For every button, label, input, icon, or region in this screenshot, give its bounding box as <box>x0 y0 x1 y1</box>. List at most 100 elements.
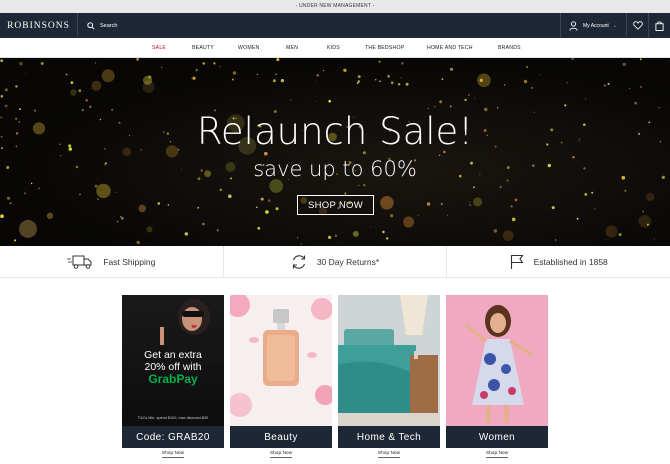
bokeh-sparkle <box>605 225 618 238</box>
bokeh-sparkle <box>585 98 587 100</box>
bokeh-sparkle <box>530 86 533 90</box>
bag-button[interactable] <box>648 13 670 38</box>
shop-now-text: Shop Now <box>269 451 293 458</box>
bokeh-sparkle <box>357 75 361 79</box>
nav-item-kids[interactable]: KIDS <box>327 45 340 51</box>
bokeh-sparkle <box>78 89 82 93</box>
bokeh-sparkle <box>120 215 122 218</box>
shop-now-link-grab20[interactable]: Shop Now <box>122 451 224 458</box>
bokeh-sparkle <box>551 206 555 210</box>
main-nav: SALE BEAUTY WOMEN MEN KIDS THE BEDSHOP H… <box>0 38 670 58</box>
bokeh-sparkle <box>622 62 626 66</box>
bokeh-sparkle <box>378 60 381 63</box>
bokeh-sparkle <box>232 71 237 75</box>
nav-item-men[interactable]: MEN <box>286 45 298 51</box>
bokeh-sparkle <box>605 239 607 240</box>
bokeh-sparkle <box>70 89 77 96</box>
bokeh-sparkle <box>0 59 4 62</box>
bokeh-sparkle <box>143 75 153 85</box>
bokeh-sparkle <box>493 229 498 233</box>
bokeh-sparkle <box>340 243 342 245</box>
my-account-button[interactable]: My Account ⌄ <box>559 13 626 38</box>
tile-beauty[interactable]: Beauty <box>230 295 332 448</box>
bokeh-sparkle <box>157 202 161 205</box>
bokeh-sparkle <box>607 82 610 85</box>
nav-item-the-bedshop[interactable]: THE BEDSHOP <box>365 45 404 51</box>
bokeh-sparkle <box>382 230 385 234</box>
tile-grabpay-promo[interactable]: Get an extra 20% off with GrabPay T&Cs M… <box>122 295 224 448</box>
bokeh-sparkle <box>202 62 205 65</box>
shop-now-link-women[interactable]: Shop Now <box>446 451 548 458</box>
bokeh-sparkle <box>473 186 475 189</box>
bokeh-sparkle <box>646 192 655 202</box>
bokeh-sparkle <box>94 184 98 188</box>
bokeh-sparkle <box>441 78 444 80</box>
nav-item-home-and-tech[interactable]: HOME AND TECH <box>427 45 473 51</box>
bedroom-illustration <box>338 295 440 426</box>
bokeh-sparkle <box>487 217 489 219</box>
bokeh-sparkle <box>449 105 452 108</box>
bokeh-sparkle <box>136 58 139 61</box>
shop-now-link-beauty[interactable]: Shop Now <box>230 451 332 458</box>
logo[interactable]: ROBINSONS <box>0 13 78 38</box>
bokeh-sparkle <box>464 98 467 102</box>
bokeh-sparkle <box>638 214 652 228</box>
bokeh-sparkle <box>213 62 216 65</box>
search-input[interactable]: Search <box>78 13 560 38</box>
bokeh-sparkle <box>426 202 431 206</box>
shop-now-link-home-and-tech[interactable]: Shop Now <box>338 451 440 458</box>
bokeh-sparkle <box>85 99 88 102</box>
category-tiles: Get an extra 20% off with GrabPay T&Cs M… <box>0 278 670 458</box>
bokeh-sparkle <box>14 239 17 242</box>
nav-item-brands[interactable]: BRANDS <box>498 45 521 51</box>
tile-women[interactable]: Women <box>446 295 548 448</box>
bokeh-sparkle <box>275 207 279 211</box>
bokeh-sparkle <box>15 85 18 88</box>
bokeh-sparkle <box>401 61 404 65</box>
truck-icon <box>67 255 92 269</box>
nav-item-sale[interactable]: SALE <box>152 45 166 51</box>
bokeh-sparkle <box>438 154 441 156</box>
nav-item-women[interactable]: WOMEN <box>238 45 259 51</box>
nav-item-beauty[interactable]: BEAUTY <box>192 45 214 51</box>
bokeh-sparkle <box>275 73 277 75</box>
hero-banner[interactable]: Relaunch Sale! save up to 60% SHOP NOW <box>0 58 670 246</box>
bokeh-sparkle <box>469 201 471 203</box>
bokeh-sparkle <box>94 62 97 64</box>
bokeh-sparkle <box>653 238 655 240</box>
bokeh-sparkle <box>479 78 483 82</box>
bokeh-sparkle <box>439 100 442 104</box>
bokeh-sparkle <box>24 192 27 195</box>
tile-label: Beauty <box>230 426 332 448</box>
bokeh-sparkle <box>40 62 44 65</box>
bokeh-sparkle <box>440 202 443 206</box>
bokeh-sparkle <box>116 220 119 223</box>
bokeh-sparkle <box>219 66 221 68</box>
home-and-tech-image <box>338 295 440 426</box>
hero-title: Relaunch Sale! <box>196 110 474 153</box>
bokeh-sparkle <box>554 239 557 241</box>
bokeh-sparkle <box>167 204 170 206</box>
hero-subtitle: save up to 60% <box>253 157 417 181</box>
bokeh-sparkle <box>634 101 637 105</box>
wishlist-button[interactable] <box>626 13 648 38</box>
bokeh-sparkle <box>571 58 575 60</box>
tile-home-and-tech[interactable]: Home & Tech <box>338 295 440 448</box>
bokeh-sparkle <box>296 237 299 239</box>
user-icon <box>569 20 578 31</box>
usp-label-established: Established in 1858 <box>533 256 608 267</box>
bokeh-sparkle <box>328 99 332 103</box>
bokeh-sparkle <box>256 73 258 75</box>
bokeh-sparkle <box>405 82 409 86</box>
bag-icon <box>655 20 664 31</box>
bokeh-sparkle <box>300 243 302 245</box>
bokeh-sparkle <box>323 69 325 72</box>
bokeh-sparkle <box>192 76 196 80</box>
bokeh-sparkle <box>9 202 12 205</box>
bokeh-sparkle <box>216 229 219 232</box>
shop-now-text: Shop Now <box>377 451 401 458</box>
promo-terms: T&Cs Min. spend $100, max discount $30 <box>137 416 209 420</box>
shop-now-button[interactable]: SHOP NOW <box>297 195 374 215</box>
bokeh-sparkle <box>477 73 491 88</box>
bokeh-sparkle <box>504 84 506 86</box>
